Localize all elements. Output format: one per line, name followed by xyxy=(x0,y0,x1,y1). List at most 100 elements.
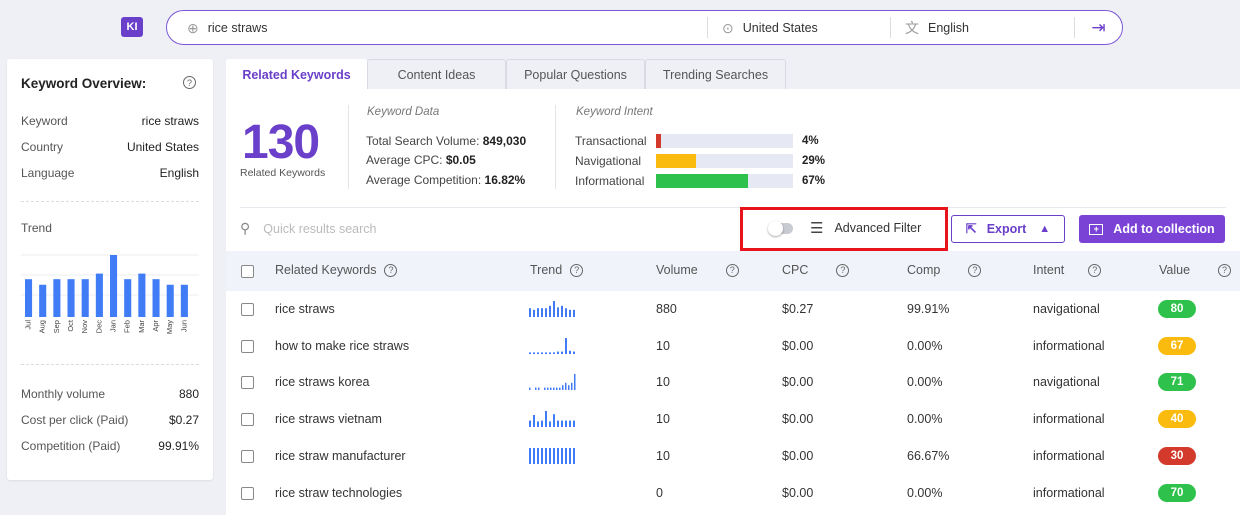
add-to-collection-label[interactable]: Add to collection xyxy=(1113,222,1214,236)
trend-month-label: Jan xyxy=(109,320,118,332)
sparkline-bar xyxy=(565,447,567,464)
overview-keyword-label: Keyword xyxy=(21,114,68,128)
divider xyxy=(240,207,1226,208)
row-keyword[interactable]: rice straws vietnam xyxy=(275,412,382,426)
header-label[interactable]: Related Keywords xyxy=(275,263,376,277)
table-row[interactable]: rice straws korea 10 $0.00 0.00% navigationa… xyxy=(226,364,1240,400)
table-row[interactable]: rice straws 880 $0.27 99.91% navigational 80 xyxy=(226,291,1240,327)
sparkline-bar xyxy=(550,387,552,391)
advanced-filter-highlight: ☰ Advanced Filter xyxy=(740,207,948,251)
table-row[interactable]: how to make rice straws 10 $0.00 0.00% infor… xyxy=(226,328,1240,364)
advanced-filter-button[interactable]: ☰ Advanced Filter xyxy=(810,219,921,237)
trend-bar xyxy=(95,273,103,317)
sparkline-bar xyxy=(533,309,535,317)
row-keyword[interactable]: rice straws xyxy=(275,302,335,316)
sparkline-bar xyxy=(561,447,563,464)
help-icon[interactable]: ? xyxy=(570,263,584,277)
quick-search-input[interactable] xyxy=(263,221,564,236)
sparkline-bar xyxy=(559,387,561,391)
sparkline-bar xyxy=(547,387,549,391)
help-icon[interactable]: ? xyxy=(725,263,739,277)
keyword-input[interactable]: ⊕ rice straws xyxy=(167,11,707,44)
table-row[interactable]: rice straws vietnam 10 $0.00 0.00% informati… xyxy=(226,401,1240,437)
sparkline-bar xyxy=(549,447,551,464)
sparkline-bar xyxy=(573,309,575,317)
search-icon: ⚲ xyxy=(240,220,251,236)
sparkline-bar xyxy=(553,352,555,354)
row-volume: 10 xyxy=(656,412,670,427)
row-value-badge: 30 xyxy=(1158,446,1196,465)
header-related-keywords[interactable]: Related Keywords? xyxy=(275,263,398,277)
header-label[interactable]: Trend xyxy=(530,263,562,277)
row-volume: 0 xyxy=(656,485,663,500)
table-row[interactable]: rice straw technologies 0 $0.00 0.00% inform… xyxy=(226,475,1240,511)
table-row[interactable]: rice straw manufacturer 10 $0.00 66.67% info… xyxy=(226,438,1240,474)
add-to-collection-button[interactable]: + Add to collection xyxy=(1079,215,1225,243)
sparkline-bar xyxy=(544,387,546,391)
divider xyxy=(348,105,349,189)
select-all-checkbox[interactable] xyxy=(241,265,254,278)
header-intent[interactable]: Intent? xyxy=(1033,263,1102,277)
row-trend-sparkline xyxy=(529,447,575,464)
trend-month-label: Mar xyxy=(137,320,146,333)
help-icon[interactable]: ? xyxy=(1218,263,1232,277)
overview-country-label: Country xyxy=(21,140,64,154)
header-label[interactable]: CPC xyxy=(782,263,808,277)
intent-bar xyxy=(656,174,793,188)
header-label[interactable]: Comp xyxy=(907,263,940,277)
row-comp: 0.00% xyxy=(907,485,943,500)
header-value[interactable]: Value? xyxy=(1159,263,1232,277)
app-logo[interactable]: KI xyxy=(121,17,143,37)
row-checkbox[interactable] xyxy=(241,413,254,427)
row-checkbox[interactable] xyxy=(241,303,254,316)
tab-trending-searches[interactable]: Trending Searches xyxy=(645,59,786,89)
row-comp: 0.00% xyxy=(907,338,943,353)
help-icon[interactable]: ? xyxy=(836,263,850,277)
advanced-filter-label[interactable]: Advanced Filter xyxy=(834,221,921,235)
country-value[interactable]: United States xyxy=(743,21,818,35)
row-trend-sparkline xyxy=(529,411,575,428)
header-volume[interactable]: Volume? xyxy=(656,263,739,277)
header-label[interactable]: Volume xyxy=(656,263,698,277)
help-icon[interactable]: ? xyxy=(968,263,982,277)
header-trend[interactable]: Trend? xyxy=(530,263,584,277)
keyword-input-value[interactable]: rice straws xyxy=(208,21,268,35)
tab-content-ideas[interactable]: Content Ideas xyxy=(367,59,506,89)
overview-language-label: Language xyxy=(21,166,75,180)
export-button[interactable]: ⇱ Export ▲ xyxy=(951,215,1065,243)
search-submit-button[interactable]: ⇥ xyxy=(1074,17,1122,38)
advanced-filter-toggle[interactable] xyxy=(768,221,793,236)
language-value[interactable]: English xyxy=(928,21,969,35)
sparkline-bar xyxy=(573,447,575,464)
country-select[interactable]: ⊙ United States xyxy=(707,17,890,38)
trend-bar xyxy=(180,284,188,317)
help-icon[interactable]: ? xyxy=(183,76,196,89)
header-cpc[interactable]: CPC? xyxy=(782,263,850,277)
row-keyword[interactable]: rice straw manufacturer xyxy=(275,449,406,463)
average-cpc-value: $0.05 xyxy=(445,153,476,167)
overview-country-value: United States xyxy=(126,140,199,154)
trend-bar xyxy=(110,255,118,317)
related-keywords-count: 130 xyxy=(242,116,320,169)
row-checkbox[interactable] xyxy=(241,339,254,353)
row-keyword[interactable]: rice straws korea xyxy=(275,375,369,389)
tab-related-keywords[interactable]: Related Keywords xyxy=(226,59,367,89)
row-checkbox[interactable] xyxy=(241,376,254,390)
sparkline-bar xyxy=(553,301,555,317)
row-comp: 99.91% xyxy=(907,302,950,316)
help-icon[interactable]: ? xyxy=(384,263,398,277)
header-comp[interactable]: Comp? xyxy=(907,263,982,277)
export-label[interactable]: Export xyxy=(987,222,1027,236)
total-volume-label: Total Search Volume: xyxy=(366,134,480,148)
intent-row-informational: Informational 67% xyxy=(575,173,825,189)
row-checkbox[interactable] xyxy=(241,486,254,500)
row-keyword[interactable]: rice straw technologies xyxy=(275,486,402,500)
header-label[interactable]: Value xyxy=(1159,263,1190,277)
help-icon[interactable]: ? xyxy=(1088,263,1102,277)
header-label[interactable]: Intent xyxy=(1033,263,1064,277)
row-checkbox[interactable] xyxy=(241,449,254,463)
tab-popular-questions[interactable]: Popular Questions xyxy=(506,59,645,89)
toggle-knob[interactable] xyxy=(768,221,783,236)
row-keyword[interactable]: how to make rice straws xyxy=(275,339,409,353)
language-select[interactable]: 文 English xyxy=(890,17,1074,38)
